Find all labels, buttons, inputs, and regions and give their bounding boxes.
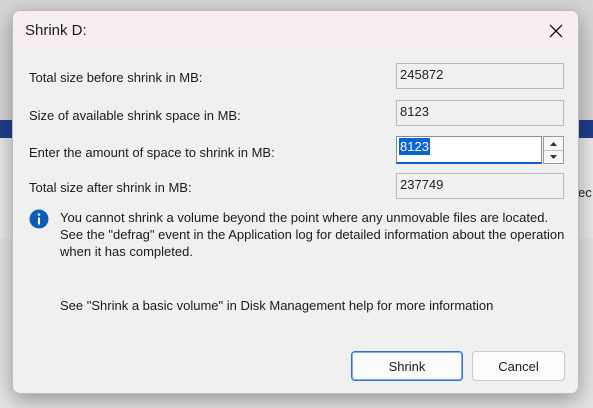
dialog-title: Shrink D: [25, 22, 87, 39]
chevron-up-icon [550, 141, 557, 146]
total-size-after-field: 237749 [396, 173, 564, 199]
close-icon [549, 24, 563, 38]
close-button[interactable] [540, 15, 572, 47]
total-size-after-label: Total size after shrink in MB: [29, 180, 192, 195]
shrink-amount-label: Enter the amount of space to shrink in M… [29, 145, 275, 160]
help-message: See "Shrink a basic volume" in Disk Mana… [60, 298, 494, 313]
available-shrink-field: 8123 [396, 100, 564, 126]
info-message: You cannot shrink a volume beyond the po… [60, 210, 565, 259]
shrink-amount-input[interactable]: 8123 [396, 136, 542, 164]
shrink-button[interactable]: Shrink [351, 351, 463, 381]
background-partial-text: ec [578, 185, 592, 200]
shrink-dialog: Shrink D: Total size before shrink in MB… [12, 10, 579, 394]
shrink-amount-value: 8123 [399, 138, 430, 155]
stepper-down-button[interactable] [544, 150, 563, 163]
chevron-down-icon [550, 154, 557, 159]
title-bar: Shrink D: [13, 11, 578, 51]
cancel-button[interactable]: Cancel [472, 351, 565, 381]
stepper-up-button[interactable] [544, 137, 563, 151]
total-size-before-label: Total size before shrink in MB: [29, 70, 203, 85]
available-shrink-label: Size of available shrink space in MB: [29, 108, 241, 123]
shrink-amount-stepper[interactable] [543, 136, 564, 164]
info-icon [29, 209, 49, 229]
total-size-before-field: 245872 [396, 63, 564, 89]
